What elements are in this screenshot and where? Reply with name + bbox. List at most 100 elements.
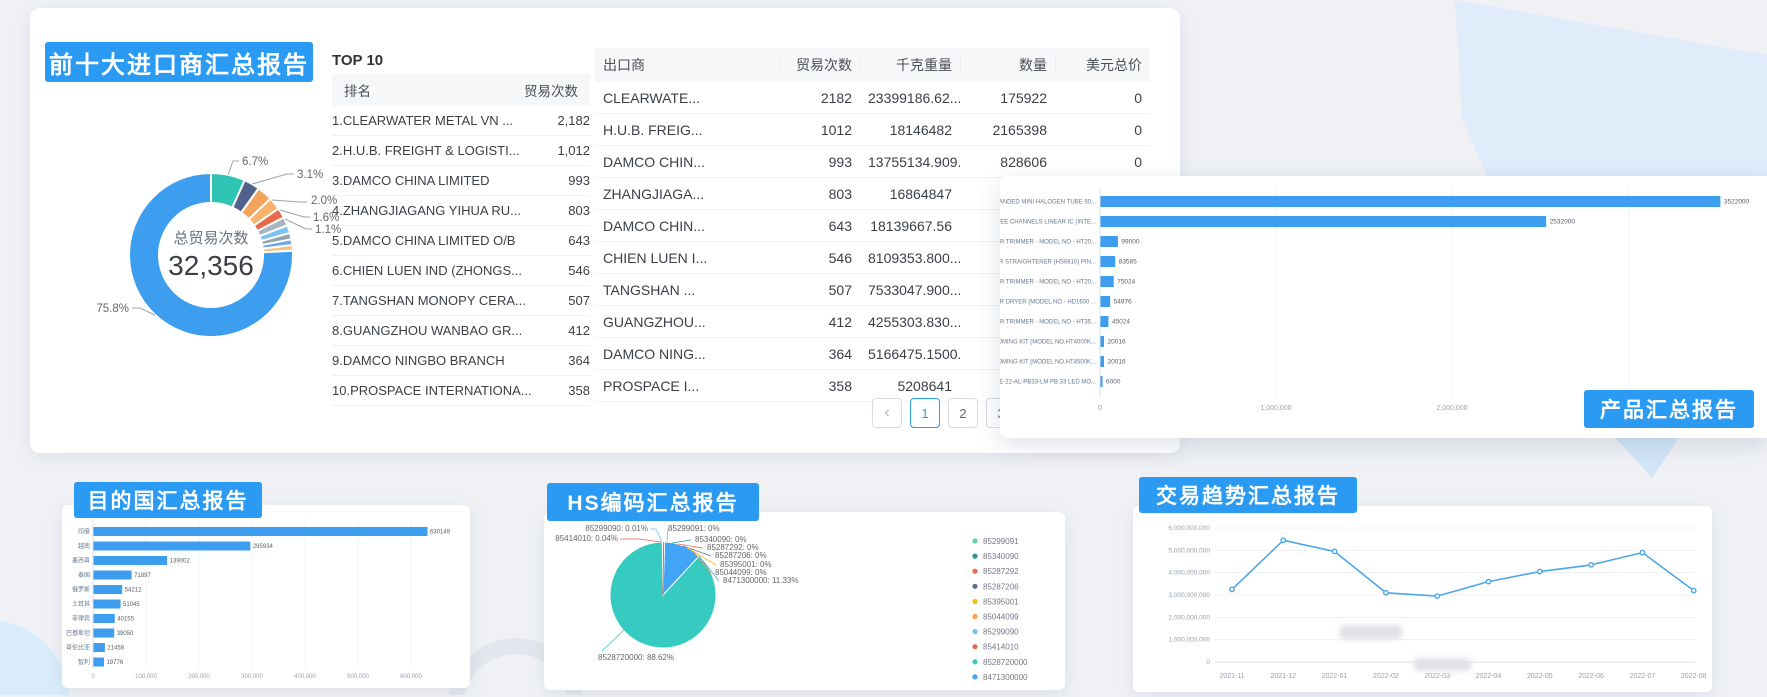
bar (94, 571, 132, 580)
top10-row: 1.CLEARWATER METAL VN ...2,182 (332, 106, 590, 136)
exporter-table-header: 出口商贸易次数千克重量数量美元总价 (595, 48, 1150, 82)
importer-share-donut-chart[interactable]: 总贸易次数32,3566.7%3.1%2.0%1.6%1.1%75.8% (40, 130, 360, 380)
top10-row-value: 993 (568, 173, 590, 188)
page-button[interactable]: 2 (948, 398, 978, 428)
top10-row-name: 10.PROSPACE INTERNATIONA... (332, 383, 532, 398)
data-point (1230, 587, 1234, 591)
data-point (1640, 550, 1644, 554)
bar (94, 629, 115, 638)
chart-text: 630149 (430, 530, 451, 536)
chart-text: 2022-08 (1681, 673, 1707, 680)
top10-row-value: 546 (568, 263, 590, 278)
top10-row-value: 364 (568, 353, 590, 368)
top10-row-name: 4.ZHANGJIAGANG YIHUA RU... (332, 203, 521, 218)
destination-report-badge: 目的国汇总报告 (74, 482, 262, 518)
table-cell: 7533047.900... (860, 282, 960, 298)
bar (1101, 216, 1547, 227)
top10-row-name: 1.CLEARWATER METAL VN ... (332, 113, 513, 128)
destination-bar-chart[interactable]: 印度630149越南295934墨西哥139002泰国71897俄罗斯54212… (62, 505, 470, 688)
bar (94, 643, 105, 652)
chart-text: 75.8% (96, 303, 129, 315)
hs-code-pie-chart[interactable]: 85299090: 0.01%85414010: 0.04%85299091: … (544, 512, 1065, 690)
table-cell: 8109353.800... (860, 250, 960, 266)
bar (1101, 316, 1109, 327)
pagination: ‹123 (872, 398, 1016, 428)
chart-text: 85287206 (983, 582, 1019, 591)
chart-text: 2022-02 (1373, 673, 1399, 680)
table-cell: 828606 (960, 154, 1055, 170)
top10-row: 4.ZHANGJIAGANG YIHUA RU...803 (332, 196, 590, 226)
chart-text: 85287292 (983, 567, 1019, 576)
table-cell: 16864847 (860, 186, 960, 202)
table-cell: DAMCO NING... (595, 346, 780, 362)
top10-row-value: 1,012 (557, 143, 590, 158)
chart-text: 2021-11 (1219, 673, 1244, 680)
table-cell: 13755134.909... (860, 154, 960, 170)
chart-text: UNBRANDED MINI HALOGEN TUBE 50... (1000, 200, 1096, 206)
trend-report-badge: 交易趋势汇总报告 (1139, 477, 1357, 513)
bar (94, 600, 121, 609)
chart-text: 俄罗斯 (72, 586, 90, 594)
page-button[interactable]: 1 (910, 398, 940, 428)
top10-row-name: 6.CHIEN LUEN IND (ZHONGS... (332, 263, 522, 278)
table-cell: 364 (780, 346, 860, 362)
chart-text: 85299091 (983, 537, 1019, 546)
chart-text: 300,000 (241, 674, 263, 680)
chart-text: 8471300000: 11.33% (723, 576, 798, 585)
chart-text: HAIR DRYER (MODEL NO - HD1600 ... (1000, 300, 1096, 306)
top10-row: 5.DAMCO CHINA LIMITED O/B643 (332, 226, 590, 256)
table-cell: 643 (780, 218, 860, 234)
chart-text: 32,356 (168, 250, 254, 281)
product-report-badge: 产品汇总报告 (1584, 390, 1754, 428)
chart-text: HAIR TRIMMER - MODEL NO - HT20... (1000, 280, 1096, 286)
legend-dot (972, 614, 977, 619)
chart-text: 0 (91, 674, 95, 680)
chart-text: 20016 (1108, 339, 1126, 346)
chart-text: 1,000,000,000 (1168, 637, 1210, 644)
chart-text: 菲律宾 (72, 615, 90, 623)
table-cell: 5166475.1500... (860, 346, 960, 362)
chart-text: 2022-07 (1630, 673, 1656, 680)
bar (1101, 236, 1118, 247)
chart-text: 2532000 (1550, 219, 1576, 226)
table-cell: ZHANGJIAGA... (595, 186, 780, 202)
data-point (1384, 591, 1388, 595)
callout-line (272, 200, 307, 202)
prev-page-button[interactable]: ‹ (872, 398, 902, 428)
data-point (1538, 569, 1542, 573)
chart-text: 5,000,000,000 (1168, 547, 1210, 554)
chart-text: 39050 (117, 631, 134, 637)
chart-text: 总贸易次数 (173, 230, 248, 247)
legend-dot (972, 584, 977, 589)
hs-report-badge: HS编码汇总报告 (547, 483, 759, 521)
exporter-col-header: 千克重量 (860, 55, 960, 75)
chart-text: 45024 (1112, 319, 1130, 326)
chart-text: 139002 (170, 559, 191, 565)
chart-text: 85414010: 0.04% (555, 534, 618, 543)
chart-text: 85395001 (983, 597, 1019, 606)
destination-summary-panel: 印度630149越南295934墨西哥139002泰国71897俄罗斯54212… (62, 505, 470, 688)
chart-text: 6,000,000,000 (1168, 525, 1210, 532)
bar (1101, 356, 1105, 367)
data-point (1692, 588, 1696, 592)
legend-dot (972, 599, 977, 604)
top10-row: 10.PROSPACE INTERNATIONA... 358 (332, 376, 590, 406)
chart-text: 2021-12 (1270, 673, 1296, 680)
chart-text: 6000 (1106, 379, 1121, 386)
top10-row-value: 358 (568, 383, 590, 398)
top10-row: 3.DAMCO CHINA LIMITED993 (332, 166, 590, 196)
chart-text: 智利 (78, 658, 90, 666)
chart-text: 0 (1206, 659, 1210, 666)
chart-text: 1.6% (313, 212, 339, 224)
top10-row: 8.GUANGZHOU WANBAO GR...412 (332, 316, 590, 346)
chart-text: GROOMING KIT (MODEL NO.HT4500K... (1000, 360, 1096, 366)
chart-text: 2,000,000 (1436, 405, 1467, 412)
chart-text: 泰国 (78, 571, 90, 579)
chart-text: 土耳其 (72, 600, 90, 608)
chart-text: HRE-22-AL-PB33-LM PB.33 LED MO... (1000, 380, 1096, 386)
hs-code-summary-panel: 85299090: 0.01%85414010: 0.04%85299091: … (544, 512, 1065, 690)
bar (1101, 296, 1111, 307)
chart-text: 20016 (1108, 359, 1126, 366)
top10-col-rank: 排名 (344, 80, 371, 100)
bar (1101, 376, 1103, 387)
